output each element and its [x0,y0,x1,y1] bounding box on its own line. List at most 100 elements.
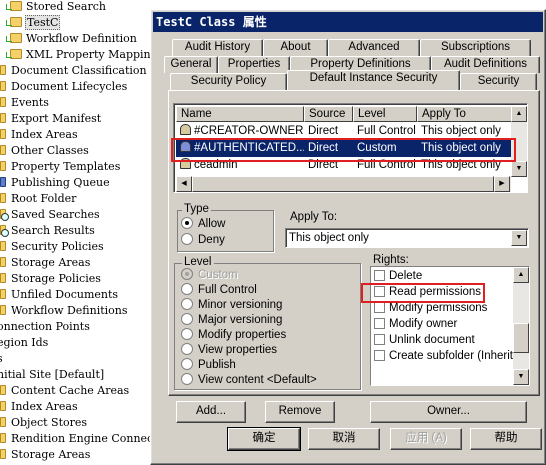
tree-item[interactable]: Export Manifest [0,111,102,127]
folder-icon [0,417,6,427]
tree-item-label: Document Classification [11,64,147,77]
folder-icon [0,225,9,237]
tree-item[interactable]: Events [0,95,50,111]
tree-item-label: Stored Search [26,0,106,13]
folder-icon [0,273,6,283]
folder-icon [6,33,22,43]
folder-icon [0,193,6,203]
folder-icon [6,1,22,11]
tree-item[interactable]: Property Templates [0,159,121,175]
tree-item[interactable]: XML Property Mapping [6,47,159,63]
tree-item-label: onnection Points [0,320,90,333]
folder-icon [0,305,6,315]
cancel-button[interactable]: 取消 [308,428,380,450]
tree-item[interactable]: Root Folder [0,191,77,207]
ok-button[interactable]: 确定 [227,427,301,451]
tree-item[interactable]: Storage Areas [0,255,91,271]
tree-item-label: Index Areas [11,400,78,413]
folder-icon [6,17,22,27]
tab-panel [168,90,540,396]
tree-item[interactable]: onnection Points [0,319,91,335]
tree-item-label: Document Lifecycles [11,80,128,93]
help-button[interactable]: 帮助 [470,428,542,450]
folder-icon [0,97,6,107]
folder-icon [0,449,6,459]
tree-item-label: Workflow Definitions [11,304,128,317]
tab-general[interactable]: General [164,56,218,73]
tab-audit-history[interactable]: Audit History [172,39,263,56]
tab-security[interactable]: Security [460,73,537,90]
tree-item[interactable]: Document Lifecycles [0,79,128,95]
folder-icon [0,433,6,443]
tree-item[interactable]: Document Classification [0,63,148,79]
tree-item[interactable]: Security Policies [0,239,105,255]
tree-item[interactable]: Rendition Engine Connec [0,431,154,447]
tree-item-label: Saved Searches [11,208,100,221]
tree-item-label: Content Cache Areas [11,384,130,397]
folder-icon [0,161,6,171]
tree-item[interactable]: s [0,351,4,367]
tree-item-label: Workflow Definition [26,32,137,45]
tree-item-label: XML Property Mapping [26,48,158,61]
tree-item-label: Unfiled Documents [11,288,119,301]
tab-default-instance-security[interactable]: Default Instance Security [287,70,460,90]
folder-icon [0,177,6,187]
tab-properties[interactable]: Properties [218,56,290,73]
object-tree[interactable]: Stored Search TestC Workflow Definition XML… [0,0,160,465]
tree-item-label: TestC [25,15,61,30]
remove-button[interactable]: Remove [265,401,335,423]
tree-item-label: nitial Site [Default] [0,368,105,381]
folder-icon [0,113,6,123]
tree-item-label: egion Ids [0,336,49,349]
add-button[interactable]: Add... [176,401,246,423]
tree-item[interactable]: Index Areas [0,127,79,143]
tree-item[interactable]: Workflow Definitions [0,303,129,319]
tree-item[interactable]: Content Cache Areas [0,383,130,399]
tab-advanced[interactable]: Advanced [328,39,420,56]
tree-item[interactable]: nitial Site [Default] [0,367,105,383]
tree-item-label: Index Areas [11,128,78,141]
tree-item-label: Storage Areas [11,256,91,269]
tree-item-label: s [0,352,4,365]
folder-icon [6,49,22,59]
tree-item[interactable]: Object Stores [0,415,88,431]
tree-item-label: Security Policies [11,240,104,253]
tree-item-label: Search Results [11,224,95,237]
dialog-title: TestC Class 属性 [156,15,267,29]
tree-item-label: Events [11,96,49,109]
apply-button[interactable]: 应用 (A) [390,428,462,450]
folder-icon [0,385,6,395]
owner-button[interactable]: Owner... [370,401,527,423]
tree-item[interactable]: Storage Policies [0,271,102,287]
tree-item[interactable]: TestC [6,15,61,31]
folder-icon [0,257,6,267]
tree-item[interactable]: Workflow Definition [6,31,138,47]
tree-item[interactable]: Other Classes [0,143,90,159]
tree-item[interactable]: Stored Search [6,0,107,15]
folder-icon [0,209,9,221]
tree-item-label: Storage Policies [11,272,101,285]
tree-item-label: Rendition Engine Connec [11,432,154,445]
tree-item-label: Storage Areas [11,448,91,461]
tab-subscriptions[interactable]: Subscriptions [420,39,531,56]
tree-item[interactable]: Storage Areas [0,447,91,463]
folder-icon [0,241,6,251]
tree-item[interactable]: Unfiled Documents [0,287,119,303]
tree-item-label: Root Folder [11,192,77,205]
tab-security-policy[interactable]: Security Policy [170,73,287,90]
tab-about[interactable]: About [263,39,328,56]
tree-item[interactable]: Search Results [0,223,96,239]
tree-item[interactable]: Publishing Queue [0,175,111,191]
folder-icon [0,65,6,75]
folder-icon [0,401,6,411]
tree-item-label: Object Stores [11,416,88,429]
tree-item-label: Other Classes [11,144,89,157]
tree-item[interactable]: Saved Searches [0,207,101,223]
tree-item-label: Export Manifest [11,112,102,125]
folder-icon [0,81,6,91]
tree-item-label: Property Templates [11,160,121,173]
folder-icon [0,289,6,299]
tree-item[interactable]: egion Ids [0,335,49,351]
tree-item[interactable]: Index Areas [0,399,79,415]
dialog-titlebar[interactable]: TestC Class 属性 [153,12,543,32]
